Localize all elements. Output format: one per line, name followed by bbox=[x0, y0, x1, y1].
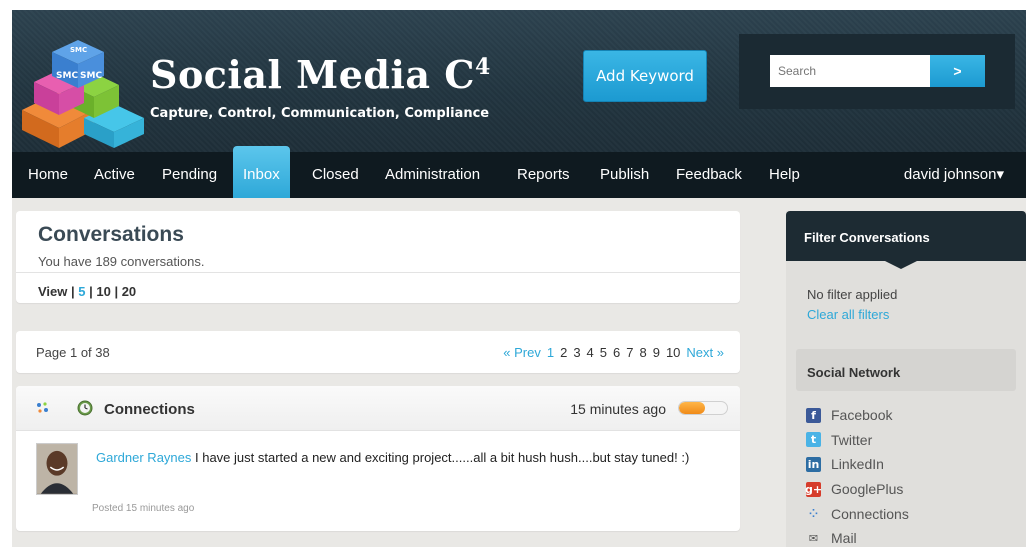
search-input[interactable] bbox=[770, 55, 930, 87]
user-menu[interactable]: david johnson▾ bbox=[904, 152, 1004, 198]
filter-connections[interactable]: ⁘ Connections bbox=[806, 501, 909, 526]
conversation-count: You have 189 conversations. bbox=[38, 254, 205, 269]
network-label: Mail bbox=[831, 530, 857, 547]
page-link-1[interactable]: 1 bbox=[547, 345, 554, 360]
network-label: Twitter bbox=[831, 431, 873, 448]
divider bbox=[16, 272, 740, 273]
nav-publish[interactable]: Publish bbox=[600, 152, 649, 198]
linkedin-icon: in bbox=[806, 456, 821, 472]
nav-administration[interactable]: Administration bbox=[385, 152, 480, 198]
view-option-10-20[interactable]: | 10 | 20 bbox=[89, 284, 136, 299]
page-title: Conversations bbox=[38, 223, 184, 246]
page-link-2[interactable]: 2 bbox=[560, 345, 567, 360]
nav-closed[interactable]: Closed bbox=[312, 152, 359, 198]
page-link-6[interactable]: 6 bbox=[613, 345, 620, 360]
prev-page-link[interactable]: « Prev bbox=[503, 345, 541, 360]
network-label: Facebook bbox=[831, 407, 893, 424]
svg-text:SMC: SMC bbox=[80, 71, 102, 81]
nav-feedback[interactable]: Feedback bbox=[676, 152, 742, 198]
main-nav: Home Active Pending Inbox Closed Adminis… bbox=[12, 146, 1026, 198]
social-network-list: f Facebook t Twitter in LinkedIn g+ Goog… bbox=[804, 403, 909, 547]
twitter-icon: t bbox=[806, 432, 821, 448]
clock-icon bbox=[77, 400, 93, 416]
conversation-network[interactable]: Connections bbox=[104, 401, 195, 418]
social-network-heading: Social Network bbox=[796, 349, 1016, 391]
search-button[interactable]: > bbox=[930, 55, 985, 87]
conversation-time: 15 minutes ago bbox=[570, 401, 666, 417]
nav-home[interactable]: Home bbox=[28, 152, 68, 198]
conversation-header: Connections 15 minutes ago bbox=[16, 386, 740, 431]
user-name: david johnson bbox=[903, 166, 997, 183]
conversations-card: Conversations You have 189 conversations… bbox=[16, 211, 740, 303]
filter-mail[interactable]: ✉ Mail bbox=[806, 526, 909, 547]
message-body: I have just started a new and exciting p… bbox=[191, 450, 690, 465]
filter-googleplus[interactable]: g+ GooglePlus bbox=[804, 477, 909, 502]
filter-twitter[interactable]: t Twitter bbox=[806, 428, 909, 453]
activity-meter bbox=[678, 401, 728, 415]
page-link-5[interactable]: 5 bbox=[600, 345, 607, 360]
brand-title: Social Media C4 bbox=[150, 52, 491, 97]
search-container: > bbox=[739, 34, 1015, 109]
nav-inbox[interactable]: Inbox bbox=[233, 146, 290, 198]
view-label: View | bbox=[38, 284, 75, 299]
smc-cubes-logo: SMC SMC SMC bbox=[22, 40, 144, 148]
nav-pending[interactable]: Pending bbox=[162, 152, 217, 198]
brand-subtitle: Capture, Control, Communication, Complia… bbox=[150, 106, 490, 121]
clear-filters-link[interactable]: Clear all filters bbox=[807, 307, 889, 322]
page-link-8[interactable]: 8 bbox=[639, 345, 646, 360]
view-selector: View | 5 | 10 | 20 bbox=[38, 284, 136, 299]
page-link-3[interactable]: 3 bbox=[573, 345, 580, 360]
pager: « Prev 1 2 3 4 5 6 7 8 9 10 Next » bbox=[503, 345, 724, 360]
svg-text:SMC: SMC bbox=[56, 71, 78, 81]
filter-facebook[interactable]: f Facebook bbox=[806, 403, 909, 428]
connections-icon bbox=[37, 402, 48, 413]
facebook-icon: f bbox=[806, 407, 821, 423]
conversation-item[interactable]: Connections 15 minutes ago Gardner Rayne… bbox=[16, 386, 740, 531]
author-link[interactable]: Gardner Raynes bbox=[96, 450, 191, 465]
page-link-10[interactable]: 10 bbox=[666, 345, 680, 360]
filter-title-pointer bbox=[883, 260, 919, 269]
filter-linkedin[interactable]: in LinkedIn bbox=[806, 452, 909, 477]
svg-text:SMC: SMC bbox=[70, 46, 87, 54]
avatar bbox=[36, 443, 78, 495]
network-label: Connections bbox=[831, 505, 909, 522]
nav-help[interactable]: Help bbox=[769, 152, 800, 198]
page-link-7[interactable]: 7 bbox=[626, 345, 633, 360]
next-page-link[interactable]: Next » bbox=[686, 345, 724, 360]
posted-time: Posted 15 minutes ago bbox=[92, 503, 195, 514]
connections-icon: ⁘ bbox=[808, 507, 819, 521]
activity-meter-fill bbox=[679, 402, 706, 414]
filter-title: Filter Conversations bbox=[786, 211, 1026, 261]
filter-status: No filter applied bbox=[807, 287, 898, 302]
add-keyword-button[interactable]: Add Keyword bbox=[583, 50, 707, 102]
view-option-5[interactable]: 5 bbox=[78, 284, 85, 299]
pagination-card: Page 1 of 38 « Prev 1 2 3 4 5 6 7 8 9 10… bbox=[16, 331, 740, 373]
page-indicator: Page 1 of 38 bbox=[36, 345, 110, 360]
network-label: LinkedIn bbox=[831, 456, 884, 473]
network-label: GooglePlus bbox=[831, 481, 904, 498]
conversation-message: Gardner Raynes I have just started a new… bbox=[96, 446, 696, 470]
nav-reports[interactable]: Reports bbox=[517, 152, 570, 198]
page-link-4[interactable]: 4 bbox=[587, 345, 594, 360]
nav-active[interactable]: Active bbox=[94, 152, 135, 198]
googleplus-icon: g+ bbox=[804, 481, 823, 497]
chevron-down-icon: ▾ bbox=[996, 166, 1004, 183]
page-link-9[interactable]: 9 bbox=[653, 345, 660, 360]
app-header: SMC SMC SMC Social Media C4 Capture, Con… bbox=[12, 10, 1026, 152]
mail-icon: ✉ bbox=[808, 531, 819, 545]
